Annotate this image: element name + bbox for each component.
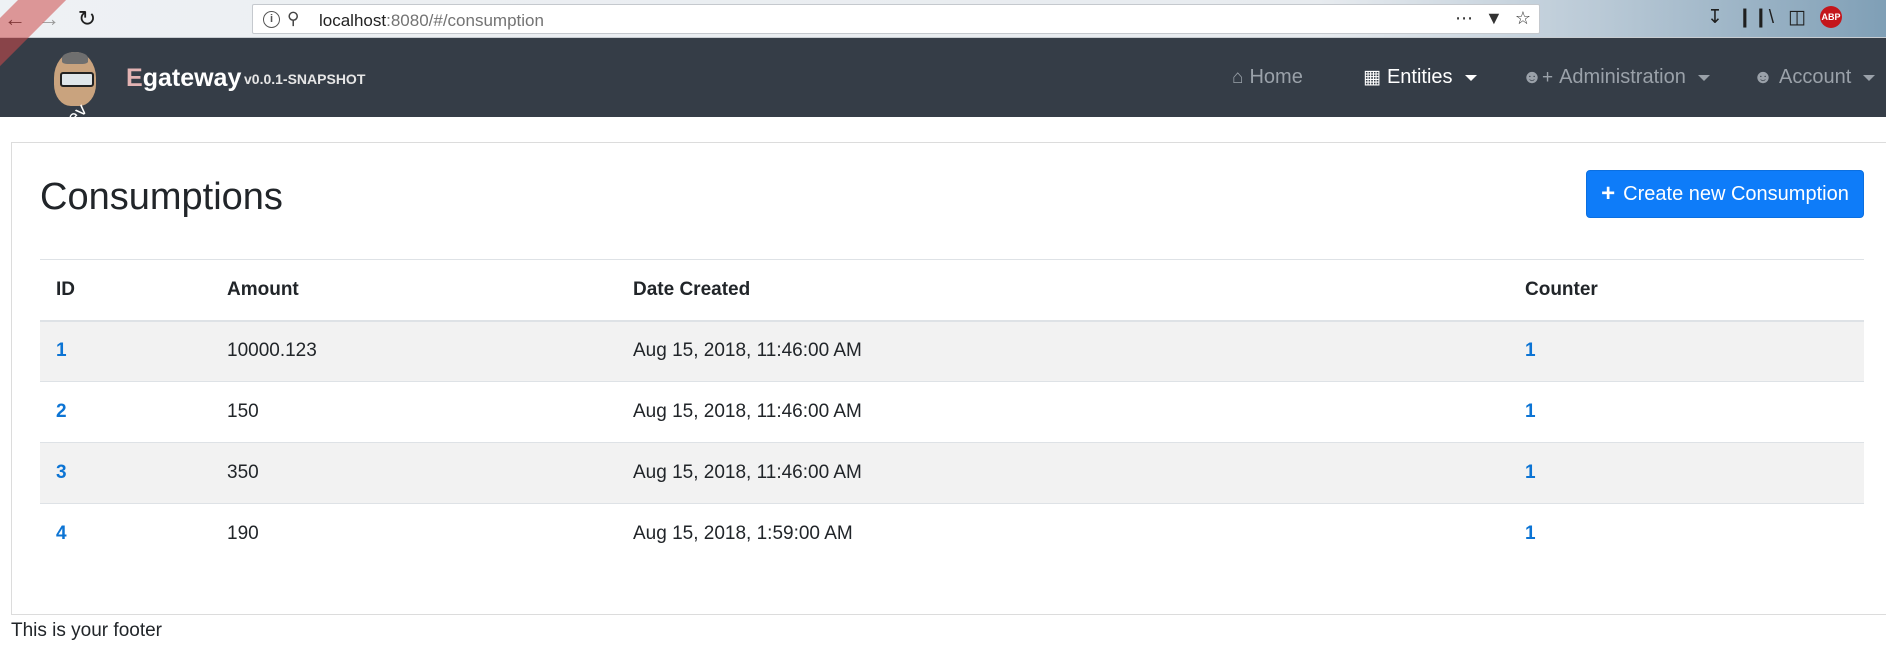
chevron-down-icon (1697, 74, 1710, 81)
url-path: :8080/#/consumption (386, 11, 544, 30)
nav-administration[interactable]: ☻+ Administration (1522, 66, 1710, 89)
url-host: localhost (319, 11, 387, 30)
row-counter-link[interactable]: 1 (1525, 523, 1536, 544)
create-button-label: Create new Consumption (1623, 182, 1849, 205)
row-id-link[interactable]: 4 (56, 523, 67, 544)
url-text[interactable]: localhost:8080/#/consumption (319, 11, 544, 31)
column-header-id[interactable]: ID (40, 259, 211, 322)
nav-entities-label: Entities (1386, 66, 1453, 88)
page-title: Consumptions (40, 176, 283, 218)
library-icon[interactable]: ❙❙\ (1737, 6, 1774, 29)
nav-home-label: Home (1249, 66, 1303, 88)
brand-rest: gateway (142, 64, 242, 92)
column-header-counter[interactable]: Counter (1509, 259, 1864, 322)
row-date-created: Aug 15, 2018, 1:59:00 AM (633, 523, 853, 545)
row-counter-link[interactable]: 1 (1525, 401, 1536, 422)
table-row: 2 150 Aug 15, 2018, 11:46:00 AM 1 (40, 381, 1864, 443)
row-counter-link[interactable]: 1 (1525, 462, 1536, 483)
create-consumption-button[interactable]: + Create new Consumption (1586, 170, 1864, 218)
column-header-date-created[interactable]: Date Created (617, 259, 1509, 322)
abp-icon[interactable]: ABP (1820, 6, 1842, 28)
star-icon[interactable]: ☆ (1515, 8, 1531, 29)
brand-title[interactable]: Egateway (126, 64, 241, 93)
column-header-amount[interactable]: Amount (211, 259, 617, 322)
nav-account[interactable]: ☻ Account (1753, 66, 1876, 89)
row-amount: 10000.123 (211, 320, 617, 382)
download-icon[interactable]: ↧ (1707, 6, 1723, 29)
nav-administration-label: Administration (1559, 66, 1686, 88)
page-footer: This is your footer (11, 620, 162, 641)
plus-icon: + (1601, 180, 1616, 207)
nav-home[interactable]: ⌂ Home (1232, 66, 1303, 89)
nav-entities[interactable]: ▦ Entities (1363, 66, 1477, 89)
app-version: v0.0.1-SNAPSHOT (244, 71, 366, 87)
reload-icon[interactable]: ↻ (74, 6, 100, 32)
sidebar-icon[interactable]: ◫ (1788, 6, 1806, 29)
browser-toolbar: ← → ↻ i ⚲ localhost:8080/#/consumption ⋯… (0, 0, 1886, 38)
chevron-down-icon (1863, 74, 1876, 81)
home-icon: ⌂ (1232, 66, 1244, 88)
row-amount: 190 (227, 523, 259, 545)
table-header-row: ID Amount Date Created Counter (40, 259, 1864, 322)
table-row: 4 190 Aug 15, 2018, 1:59:00 AM 1 (40, 504, 1864, 565)
more-icon[interactable]: ⋯ (1455, 8, 1473, 29)
address-bar[interactable]: i ⚲ localhost:8080/#/consumption ⋯ ▼ ☆ (252, 4, 1540, 34)
nav-account-label: Account (1779, 66, 1852, 88)
info-icon[interactable]: i (263, 11, 280, 28)
row-date-created: Aug 15, 2018, 11:46:00 AM (617, 381, 1509, 443)
pocket-icon[interactable]: ▼ (1485, 8, 1503, 29)
row-date-created: Aug 15, 2018, 11:46:00 AM (617, 320, 1509, 382)
table-row: 1 10000.123 Aug 15, 2018, 11:46:00 AM 1 (40, 320, 1864, 382)
row-id-link[interactable]: 1 (56, 340, 67, 361)
user-icon: ☻ (1753, 66, 1773, 88)
logo-avatar-icon[interactable] (54, 52, 96, 106)
brand-first-letter: E (126, 64, 143, 92)
row-amount: 150 (211, 381, 617, 443)
row-counter-link[interactable]: 1 (1525, 340, 1536, 361)
row-date-created: Aug 15, 2018, 11:46:00 AM (617, 442, 1509, 504)
table-row: 3 350 Aug 15, 2018, 11:46:00 AM 1 (40, 442, 1864, 504)
chevron-down-icon (1464, 74, 1477, 81)
key-icon[interactable]: ⚲ (287, 9, 299, 29)
table-icon: ▦ (1363, 67, 1381, 88)
user-plus-icon: ☻+ (1522, 66, 1554, 88)
row-id-link[interactable]: 2 (56, 401, 67, 422)
row-amount: 350 (211, 442, 617, 504)
row-id-link[interactable]: 3 (56, 462, 67, 483)
consumption-table: ID Amount Date Created Counter 1 10000.1… (40, 259, 1864, 565)
